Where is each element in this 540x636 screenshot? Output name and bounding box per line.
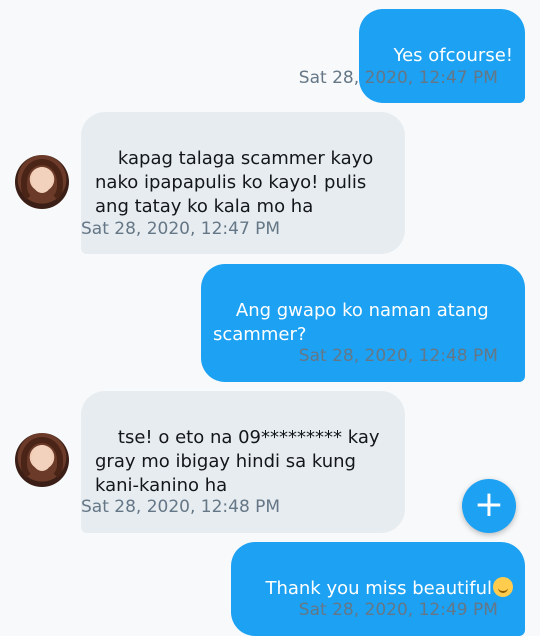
sent-check-icon: ✓ — [507, 67, 523, 88]
message-timestamp: Sat 28, 2020, 12:48 PM ✓ — [298, 345, 523, 366]
smiling-face-emoji-icon — [493, 577, 513, 597]
message-text: Thank you miss beautiful — [265, 578, 492, 599]
sent-check-icon: ✓ — [507, 599, 523, 620]
message-timestamp: Sat 28, 2020, 12:49 PM ✓ — [298, 599, 523, 620]
compose-button[interactable]: + — [462, 479, 516, 533]
message-timestamp: Sat 28, 2020, 12:47 PM — [81, 219, 281, 239]
message-timestamp: Sat 28, 2020, 12:47 PM ✓ — [298, 67, 523, 88]
sent-check-icon: ✓ — [507, 345, 523, 366]
avatar[interactable] — [15, 155, 69, 209]
message-text: Ang gwapo ko naman atang scammer? — [213, 300, 495, 345]
outgoing-message[interactable]: Yes ofcourse! — [358, 9, 525, 103]
conversation-thread: Yes ofcourse! Sat 28, 2020, 12:47 PM ✓ ka… — [0, 0, 540, 636]
plus-icon: + — [473, 484, 505, 525]
message-text: Yes ofcourse! — [393, 45, 513, 66]
avatar[interactable] — [15, 433, 69, 487]
message-text: kapag talaga scammer kayo nako ipapapuli… — [95, 148, 380, 217]
message-text: tse! o eto na 09********* kay gray mo ib… — [95, 427, 386, 496]
outgoing-message[interactable]: Thank you miss beautiful — [230, 542, 525, 636]
message-timestamp: Sat 28, 2020, 12:48 PM — [81, 497, 281, 517]
